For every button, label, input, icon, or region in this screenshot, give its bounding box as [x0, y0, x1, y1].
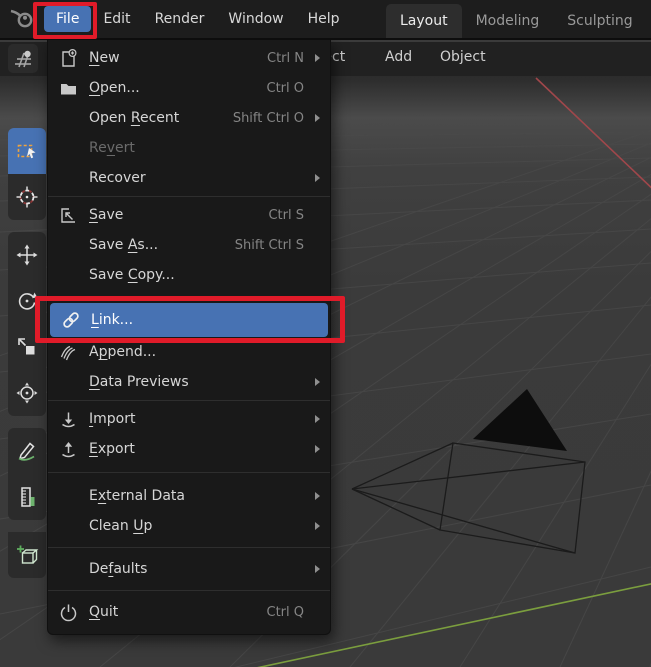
submenu-arrow-icon	[315, 114, 320, 122]
topmenu-file[interactable]: File	[44, 6, 91, 32]
tool-select-box[interactable]	[8, 128, 46, 174]
submenu-arrow-icon	[315, 445, 320, 453]
tool-transform[interactable]	[8, 370, 46, 416]
menu-separator	[48, 296, 330, 297]
transform-icon	[15, 381, 39, 405]
tool-move[interactable]	[8, 232, 46, 278]
tab-sculpting[interactable]: Sculpting	[553, 4, 646, 38]
tab-layout[interactable]: Layout	[386, 4, 462, 38]
shortcut-label: Ctrl O	[267, 81, 305, 96]
tool-scale[interactable]	[8, 324, 46, 370]
cursor-icon	[15, 185, 39, 209]
tool-rotate[interactable]	[8, 278, 46, 324]
save-icon	[59, 206, 89, 225]
topmenu-help[interactable]: Help	[296, 6, 352, 32]
toolbar	[8, 128, 46, 578]
rotate-icon	[15, 289, 39, 313]
annotate-icon	[15, 439, 39, 463]
submenu-arrow-icon	[315, 522, 320, 530]
blender-window: Select Add Object	[0, 0, 651, 667]
menu-item-open[interactable]: Open... Ctrl O	[48, 73, 330, 103]
shortcut-label: Shift Ctrl S	[235, 238, 304, 253]
menu-item-new[interactable]: New Ctrl N	[48, 43, 330, 73]
new-file-icon	[59, 49, 89, 68]
topbar: File Edit Render Window Help Layout Mode…	[0, 0, 651, 40]
menu-item-link[interactable]: Link...	[50, 303, 328, 337]
tool-cursor[interactable]	[8, 174, 46, 220]
menu-separator	[48, 590, 330, 591]
menu-separator	[48, 547, 330, 548]
tool-add-cube[interactable]	[8, 532, 46, 578]
menu-item-quit[interactable]: Quit Ctrl Q	[48, 597, 330, 627]
topmenu-edit[interactable]: Edit	[91, 6, 142, 32]
viewport-editor-icon	[12, 48, 34, 70]
camera-up-triangle	[473, 389, 567, 451]
measure-icon	[15, 485, 39, 509]
topmenu-window[interactable]: Window	[216, 6, 295, 32]
menu-item-export[interactable]: Export	[48, 434, 330, 464]
menu-item-import[interactable]: Import	[48, 404, 330, 434]
menu-separator	[48, 472, 330, 473]
menu-item-open-recent[interactable]: Open Recent Shift Ctrl O	[48, 103, 330, 133]
submenu-arrow-icon	[315, 492, 320, 500]
open-folder-icon	[59, 79, 89, 98]
submenu-arrow-icon	[315, 174, 320, 182]
editor-type-button[interactable]	[8, 44, 38, 73]
viewport-menu-object[interactable]: Object	[440, 49, 486, 65]
tool-annotate[interactable]	[8, 428, 46, 474]
shortcut-label: Ctrl Q	[267, 605, 305, 620]
submenu-arrow-icon	[315, 54, 320, 62]
shortcut-label: Shift Ctrl O	[233, 111, 304, 126]
export-icon	[59, 440, 89, 459]
menu-item-recover[interactable]: Recover	[48, 163, 330, 193]
menu-item-append[interactable]: Append...	[48, 337, 330, 367]
import-icon	[59, 410, 89, 429]
blender-logo-icon	[8, 4, 38, 34]
append-icon	[59, 343, 89, 362]
menu-separator	[48, 400, 330, 401]
tool-measure[interactable]	[8, 474, 46, 520]
workspace-tabs: Layout Modeling Sculpting	[386, 0, 647, 38]
shortcut-label: Ctrl S	[268, 208, 304, 223]
shortcut-label: Ctrl N	[267, 51, 304, 66]
scale-icon	[15, 335, 39, 359]
viewport-menu-add[interactable]: Add	[385, 49, 412, 65]
tab-modeling[interactable]: Modeling	[462, 4, 554, 38]
menu-item-data-previews[interactable]: Data Previews	[48, 367, 330, 397]
menu-item-clean-up[interactable]: Clean Up	[48, 511, 330, 541]
camera-object[interactable]	[352, 389, 585, 553]
menu-item-save-copy[interactable]: Save Copy...	[48, 260, 330, 290]
submenu-arrow-icon	[315, 415, 320, 423]
menu-item-defaults[interactable]: Defaults	[48, 554, 330, 584]
submenu-arrow-icon	[315, 378, 320, 386]
topmenu-render[interactable]: Render	[143, 6, 217, 32]
menu-item-revert: Revert	[48, 133, 330, 163]
file-menu-dropdown: New Ctrl N Open... Ctrl O Open Recent Sh…	[47, 40, 331, 635]
menu-separator	[48, 196, 330, 197]
submenu-arrow-icon	[315, 565, 320, 573]
menu-item-save[interactable]: Save Ctrl S	[48, 200, 330, 230]
menu-item-save-as[interactable]: Save As... Shift Ctrl S	[48, 230, 330, 260]
camera-frustum	[352, 443, 585, 553]
select-box-icon	[15, 139, 39, 163]
menu-item-external-data[interactable]: External Data	[48, 481, 330, 511]
add-cube-icon	[15, 543, 39, 567]
power-icon	[59, 603, 89, 622]
link-icon	[61, 310, 91, 330]
move-icon	[15, 243, 39, 267]
